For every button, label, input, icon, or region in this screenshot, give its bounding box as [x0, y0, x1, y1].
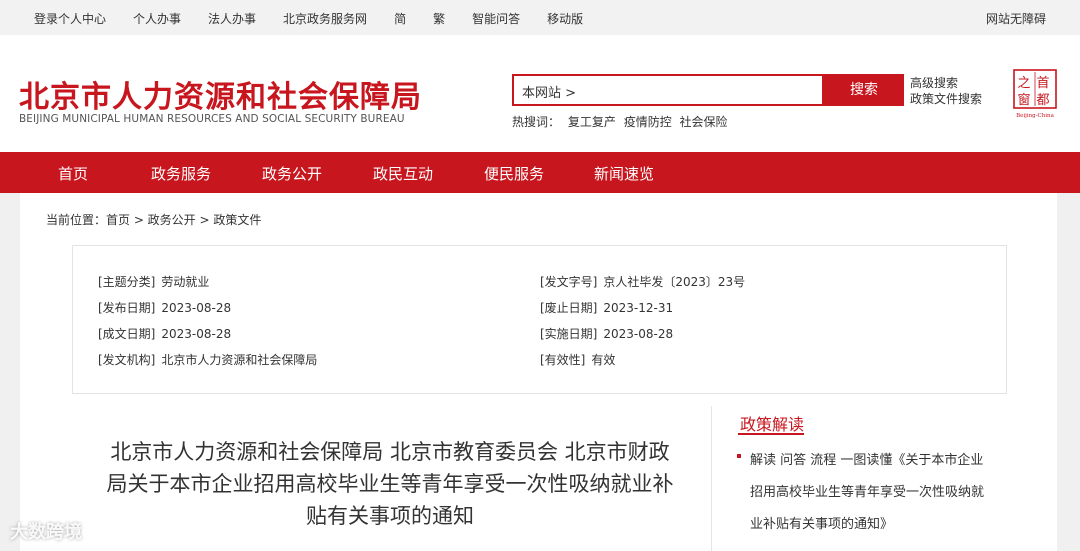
hot-word-item[interactable]: 疫情防控 [624, 115, 672, 129]
watermark-text: 大数跨境 [10, 522, 82, 543]
breadcrumb[interactable]: 当前位置：首页 > 政务公开 > 政策文件 [46, 211, 261, 228]
document-title: 北京市人力资源和社会保障局 北京市教育委员会 北京市财政局关于本市企业招用高校毕… [106, 440, 674, 528]
policy-interpretation-link[interactable]: 解读 问答 流程 一图读懂《关于本市企业招用高校毕业生等青年享受一次性吸纳就业补… [750, 445, 995, 541]
meta-expire-date: [废止日期] 2023-12-31 [540, 299, 673, 316]
meta-label: [废止日期] [540, 301, 598, 315]
traditional-chinese-link[interactable]: 繁 [433, 10, 445, 27]
search-input[interactable]: 本网站 > [512, 74, 824, 106]
sidebar-divider [711, 406, 712, 551]
top-links: 登录个人中心 个人办事 法人办事 北京政务服务网 简 繁 智能问答 移动版 [34, 10, 610, 27]
simplified-chinese-link[interactable]: 简 [394, 10, 406, 27]
meta-label: [发文机构] [98, 353, 156, 367]
seal-subtitle: Beijing-China [1016, 113, 1054, 119]
top-utility-bar: 登录个人中心 个人办事 法人办事 北京政务服务网 简 繁 智能问答 移动版 网站… [0, 0, 1080, 35]
site-logo-subtitle: BEIJING MUNICIPAL HUMAN RESOURCES AND SO… [19, 113, 405, 125]
hot-word-item[interactable]: 社会保险 [680, 115, 728, 129]
personal-services-link[interactable]: 个人办事 [133, 10, 181, 27]
meta-made-date: [成文日期] 2023-08-28 [98, 325, 231, 342]
meta-doc-number: [发文字号] 京人社毕发〔2023〕23号 [540, 273, 745, 290]
legal-entity-services-link[interactable]: 法人办事 [208, 10, 256, 27]
hot-word-item[interactable]: 复工复产 [568, 115, 616, 129]
nav-item-gov-affairs[interactable]: 政务公开 [262, 163, 322, 184]
meta-value: 2023-08-28 [603, 327, 674, 341]
main-nav: 首页 政务服务 政务公开 政民互动 便民服务 新闻速览 [0, 152, 1080, 193]
meta-publish-date: [发布日期] 2023-08-28 [98, 299, 231, 316]
site-header: 北京市人力资源和社会保障局 BEIJING MUNICIPAL HUMAN RE… [0, 35, 1080, 152]
main-content: 当前位置：首页 > 政务公开 > 政策文件 [主题分类] 劳动就业 [发文字号] 京… [20, 193, 1057, 551]
accessibility-link[interactable]: 网站无障碍 [986, 10, 1046, 27]
advanced-search-link[interactable]: 高级搜索 [910, 75, 982, 91]
meta-value: 2023-08-28 [161, 301, 232, 315]
meta-value: 有效 [591, 353, 616, 367]
advanced-search-links: 高级搜索 政策文件搜索 [910, 75, 982, 107]
seal-char: 窗 [1017, 92, 1030, 108]
nav-item-gov-services[interactable]: 政务服务 [151, 163, 211, 184]
bullet-icon [737, 454, 741, 458]
meta-validity: [有效性] 有效 [540, 351, 615, 368]
meta-label: [主题分类] [98, 275, 156, 289]
hot-search-words: 热搜词： 复工复产 疫情防控 社会保险 [512, 113, 732, 130]
meta-label: [发布日期] [98, 301, 156, 315]
beijing-gov-service-link[interactable]: 北京政务服务网 [283, 10, 367, 27]
meta-label: [有效性] [540, 353, 586, 367]
meta-label: [发文字号] [540, 275, 598, 289]
login-link[interactable]: 登录个人中心 [34, 10, 106, 27]
policy-search-link[interactable]: 政策文件搜索 [910, 91, 982, 107]
nav-item-news[interactable]: 新闻速览 [594, 163, 654, 184]
nav-item-convenience-services[interactable]: 便民服务 [484, 163, 544, 184]
site-logo-title[interactable]: 北京市人力资源和社会保障局 [19, 72, 422, 116]
hot-search-label: 热搜词： [512, 115, 561, 129]
mobile-version-link[interactable]: 移动版 [547, 10, 583, 27]
meta-value: 2023-08-28 [161, 327, 232, 341]
document-metadata-table: [主题分类] 劳动就业 [发文字号] 京人社毕发〔2023〕23号 [发布日期] 20… [72, 245, 1007, 394]
meta-label: [成文日期] [98, 327, 156, 341]
seal-char: 之 [1017, 76, 1030, 91]
meta-topic: [主题分类] 劳动就业 [98, 273, 209, 290]
search-button[interactable]: 搜索 [824, 74, 904, 106]
policy-interpretation-heading: 政策解读 [740, 415, 805, 434]
capital-window-seal-logo[interactable]: 首 都 之 窗 Beijing-China [1012, 68, 1058, 120]
meta-value: 北京市人力资源和社会保障局 [161, 353, 318, 367]
meta-implement-date: [实施日期] 2023-08-28 [540, 325, 673, 342]
seal-char: 首 [1036, 76, 1049, 91]
meta-label: [实施日期] [540, 327, 598, 341]
meta-issuing-org: [发文机构] 北京市人力资源和社会保障局 [98, 351, 317, 368]
nav-item-citizen-interaction[interactable]: 政民互动 [373, 163, 433, 184]
meta-value: 2023-12-31 [603, 301, 674, 315]
smart-qa-link[interactable]: 智能问答 [472, 10, 520, 27]
meta-value: 京人社毕发〔2023〕23号 [603, 275, 746, 289]
nav-item-home[interactable]: 首页 [58, 163, 88, 184]
seal-char: 都 [1036, 93, 1049, 108]
meta-value: 劳动就业 [161, 275, 210, 289]
heading-underline [738, 433, 804, 435]
